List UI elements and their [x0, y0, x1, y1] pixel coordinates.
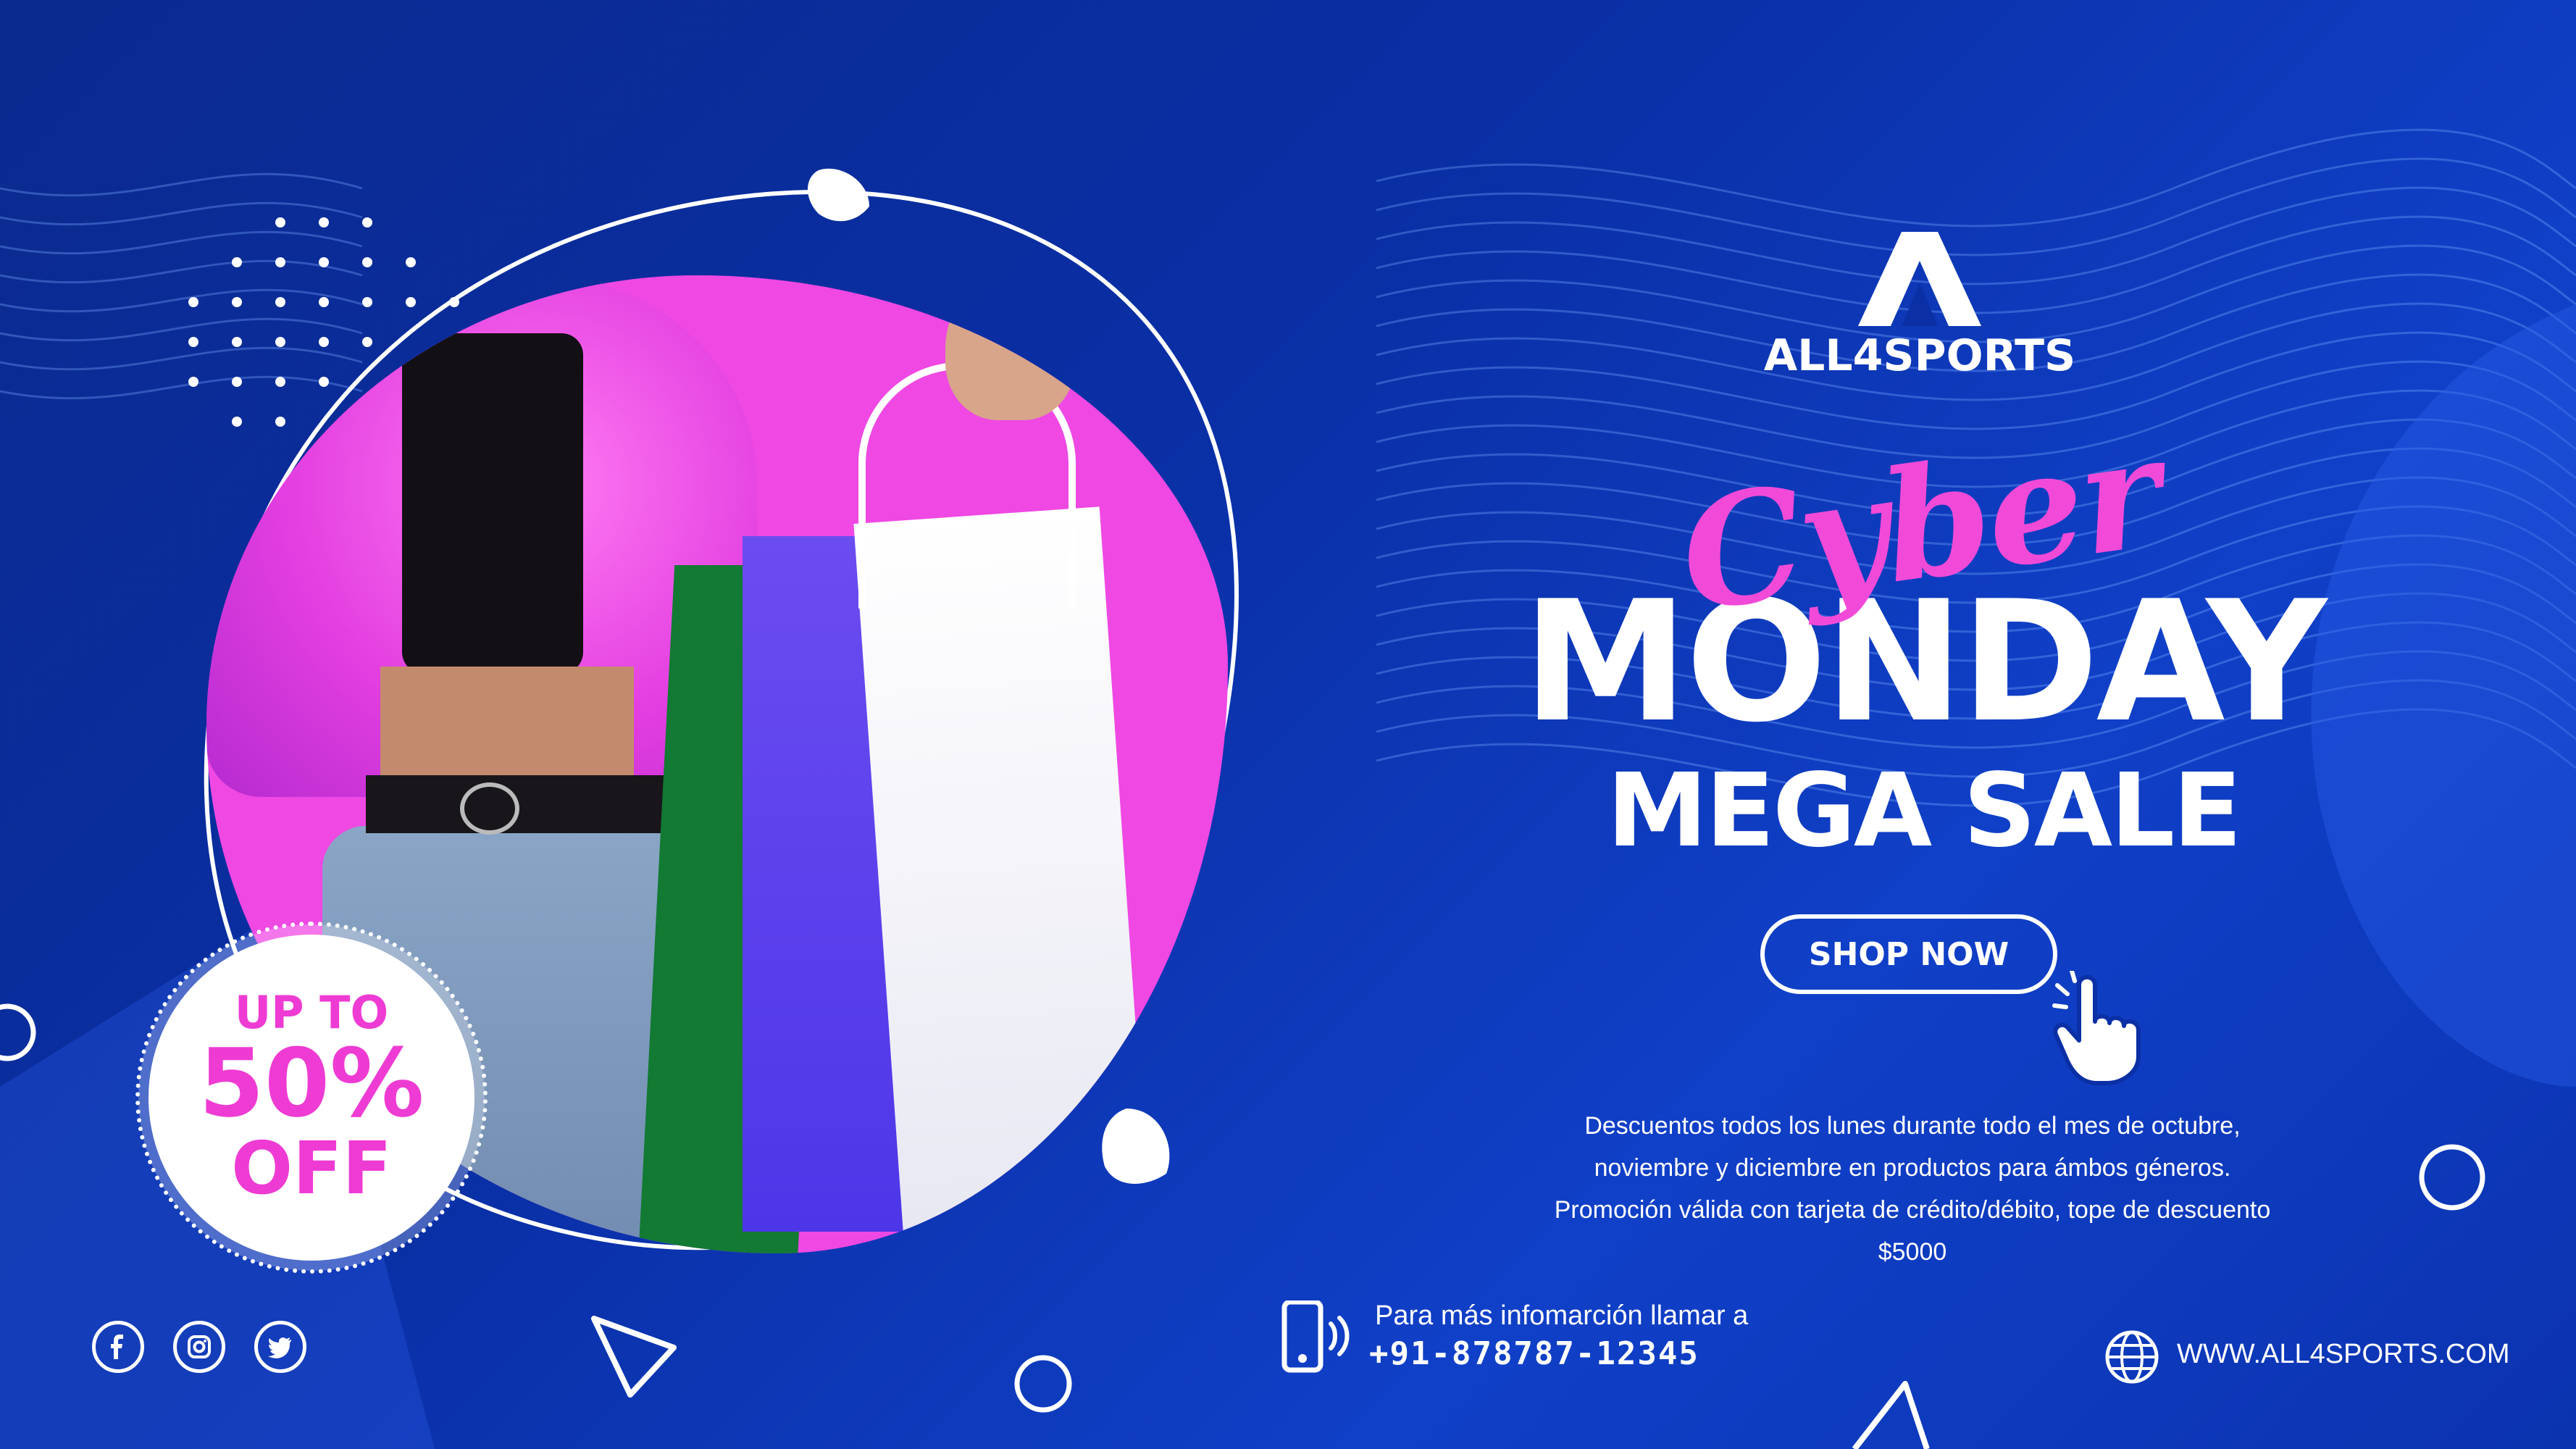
brand-logo-icon — [1858, 232, 1981, 326]
discount-percent: 50% — [198, 1028, 425, 1139]
description-line: $5000 — [1878, 1238, 1947, 1266]
description-line: Promoción válida con tarjeta de crédito/… — [1554, 1196, 2271, 1224]
belt-buckle — [460, 782, 519, 835]
call-text: Para más infomarción llamar a — [1375, 1300, 1749, 1331]
website-link[interactable]: WWW.ALL4SPORTS.COM — [2177, 1339, 2510, 1370]
promo-description: Descuentos todos los lunes durante todo … — [1492, 1105, 2333, 1273]
discount-line-1: UP TO — [234, 986, 389, 1040]
brand-name: ALL4SPORTS — [1763, 330, 2076, 381]
hand-cursor-icon — [2052, 971, 2141, 1085]
description-line: noviembre y diciembre en productos para … — [1594, 1154, 2231, 1182]
description-line: Descuentos todos los lunes durante todo … — [1584, 1112, 2241, 1140]
headline-sub: MEGA SALE — [1607, 752, 2242, 870]
globe-icon — [2105, 1330, 2159, 1384]
twitter-icon[interactable] — [254, 1321, 306, 1373]
shopping-bag-white — [853, 506, 1153, 1253]
discount-badge: UP TO 50% OFF — [135, 922, 488, 1274]
brand-logo: ALL4SPORTS — [1764, 232, 2075, 391]
black-top — [402, 333, 583, 674]
instagram-icon[interactable] — [173, 1321, 225, 1373]
hand — [945, 275, 1076, 420]
phone-number[interactable]: +91-878787-12345 — [1369, 1335, 1699, 1372]
phone-icon — [1281, 1300, 1350, 1373]
facebook-icon[interactable] — [92, 1321, 144, 1373]
discount-line-3: OFF — [231, 1125, 392, 1211]
shop-now-button[interactable]: SHOP NOW — [1760, 914, 2057, 994]
